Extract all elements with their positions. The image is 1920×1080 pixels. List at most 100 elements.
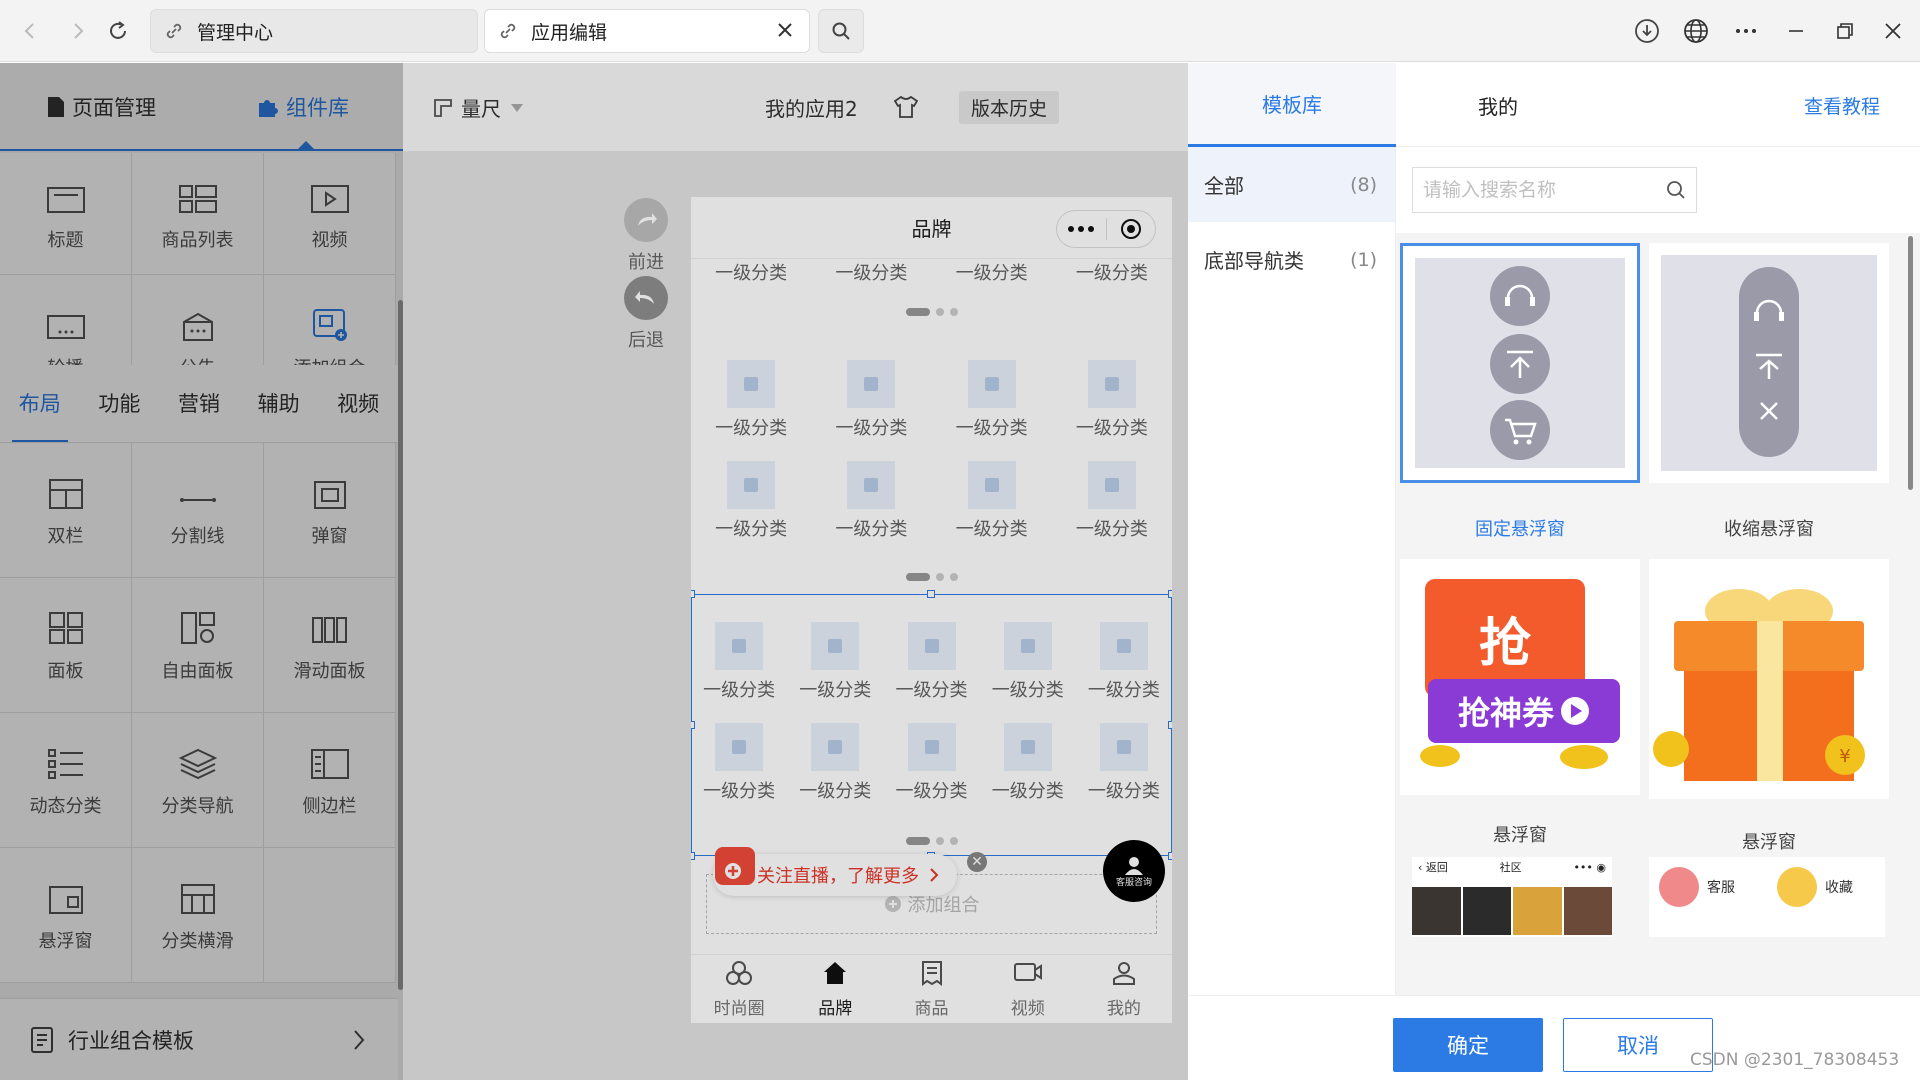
- component-dynamic-category[interactable]: 动态分类: [0, 713, 132, 848]
- template-card-fixed-float[interactable]: [1400, 243, 1640, 483]
- industry-template-entry[interactable]: 行业组合模板: [0, 998, 398, 1080]
- back-nav-icon[interactable]: [14, 15, 46, 47]
- forward-nav-icon[interactable]: [62, 15, 94, 47]
- component-label: 分类导航: [161, 796, 234, 817]
- download-icon[interactable]: [1630, 14, 1664, 48]
- more-dots-icon[interactable]: [1057, 225, 1106, 233]
- tab-template-library[interactable]: 模板库: [1188, 63, 1396, 147]
- category-item[interactable]: 一级分类: [1076, 723, 1172, 803]
- nav-item-goods[interactable]: 商品: [883, 955, 979, 1023]
- category-item[interactable]: 一级分类: [932, 360, 1052, 440]
- component-popup[interactable]: 弹窗: [264, 443, 396, 578]
- confirm-button[interactable]: 确定: [1393, 1018, 1543, 1072]
- popup-icon: [313, 472, 347, 510]
- component-category-nav[interactable]: 分类导航: [132, 713, 264, 848]
- component-video[interactable]: 视频: [264, 153, 396, 275]
- pagination-dots: [691, 837, 1172, 845]
- category-item[interactable]: 一级分类: [932, 259, 1052, 285]
- category-item[interactable]: 一级分类: [691, 622, 787, 702]
- version-history-button[interactable]: 版本历史: [959, 91, 1060, 124]
- restore-icon[interactable]: [1828, 14, 1862, 48]
- image-placeholder-icon: [967, 461, 1016, 509]
- more-menu-icon[interactable]: [1729, 14, 1763, 48]
- category-tab-layout[interactable]: 布局: [0, 365, 80, 442]
- template-card-collapsible-float[interactable]: [1649, 243, 1889, 483]
- category-tab-video[interactable]: 视频: [318, 365, 398, 442]
- service-label: 客服咨询: [1115, 877, 1152, 888]
- component-double-column[interactable]: 双栏: [0, 443, 132, 578]
- category-item[interactable]: 一级分类: [811, 259, 931, 285]
- category-item[interactable]: 一级分类: [691, 461, 811, 541]
- close-banner-icon[interactable]: ✕: [967, 852, 987, 872]
- video-icon: [310, 176, 350, 214]
- title-icon: [46, 176, 86, 214]
- undo-button[interactable]: 后退: [621, 276, 671, 352]
- template-gallery-scrollbar[interactable]: [1908, 236, 1913, 490]
- nav-item-fashion[interactable]: 时尚圈: [691, 955, 787, 1023]
- coupon-banner-text: 抢神券: [1457, 694, 1554, 732]
- component-category-swipe[interactable]: 分类横滑: [132, 848, 264, 983]
- divider-icon: [178, 472, 218, 510]
- category-item[interactable]: 一级分类: [980, 622, 1076, 702]
- category-all[interactable]: 全部 (8): [1188, 147, 1395, 222]
- category-item[interactable]: 一级分类: [980, 723, 1076, 803]
- community-title: 社区: [1499, 861, 1522, 874]
- component-title[interactable]: 标题: [0, 153, 132, 275]
- browser-tab-app-edit[interactable]: 应用编辑: [484, 9, 810, 53]
- template-card-coupon-float[interactable]: 抢 抢神券: [1400, 559, 1640, 795]
- nav-item-brand[interactable]: 品牌: [787, 955, 883, 1023]
- tab-page-management[interactable]: 页面管理: [46, 63, 156, 151]
- refresh-icon[interactable]: [102, 15, 134, 47]
- close-tab-icon[interactable]: [775, 20, 795, 40]
- minimize-icon[interactable]: [1779, 14, 1813, 48]
- template-card-service-favorite[interactable]: 客服 收藏: [1649, 857, 1885, 937]
- category-tab-function[interactable]: 功能: [80, 365, 160, 442]
- globe-icon[interactable]: [1679, 14, 1713, 48]
- category-bottom-nav[interactable]: 底部导航类 (1): [1188, 222, 1395, 297]
- category-item[interactable]: 一级分类: [1052, 360, 1172, 440]
- tab-title: 管理中心: [197, 21, 274, 44]
- template-card-gift-float[interactable]: ¥: [1649, 559, 1889, 799]
- close-window-icon[interactable]: [1876, 14, 1910, 48]
- component-panel[interactable]: 面板: [0, 578, 132, 713]
- category-item[interactable]: 一级分类: [1052, 259, 1172, 285]
- component-free-panel[interactable]: 自由面板: [132, 578, 264, 713]
- phone-bottom-nav: 时尚圈 品牌 商品 视频 我的: [691, 954, 1172, 1023]
- component-divider[interactable]: 分割线: [132, 443, 264, 578]
- component-product-list[interactable]: 商品列表: [132, 153, 264, 275]
- category-item[interactable]: 一级分类: [691, 360, 811, 440]
- browser-tab-admin[interactable]: 管理中心: [150, 9, 478, 53]
- customer-service-button[interactable]: 客服咨询: [1103, 840, 1165, 902]
- forward-button[interactable]: 前进: [621, 198, 671, 274]
- template-card-community[interactable]: ‹ 返回 社区 ••• ◉: [1412, 857, 1612, 937]
- category-item[interactable]: 一级分类: [811, 461, 931, 541]
- category-item[interactable]: 一级分类: [811, 360, 931, 440]
- category-item[interactable]: 一级分类: [691, 723, 787, 803]
- component-sidebar[interactable]: 侧边栏: [264, 713, 396, 848]
- ruler-dropdown[interactable]: 量尺: [433, 93, 523, 122]
- category-item[interactable]: 一级分类: [691, 259, 811, 285]
- tab-component-library[interactable]: 组件库: [256, 63, 349, 151]
- phone-header: 品牌: [691, 197, 1172, 259]
- component-float-window[interactable]: 悬浮窗: [0, 848, 132, 983]
- template-search-input[interactable]: [1423, 179, 1666, 201]
- view-tutorial-link[interactable]: 查看教程: [1804, 63, 1880, 147]
- nav-item-video[interactable]: 视频: [980, 955, 1076, 1023]
- category-item[interactable]: 一级分类: [1076, 622, 1172, 702]
- category-item[interactable]: 一级分类: [883, 723, 979, 803]
- category-item[interactable]: 一级分类: [932, 461, 1052, 541]
- search-icon[interactable]: [1666, 180, 1686, 200]
- tab-search-icon[interactable]: [818, 9, 864, 53]
- category-item[interactable]: 一级分类: [787, 622, 883, 702]
- tab-label: 组件库: [286, 96, 349, 120]
- tab-my-templates[interactable]: 我的: [1478, 63, 1518, 147]
- category-item[interactable]: 一级分类: [883, 622, 979, 702]
- category-tab-marketing[interactable]: 营销: [159, 365, 239, 442]
- category-item[interactable]: 一级分类: [1052, 461, 1172, 541]
- nav-item-mine[interactable]: 我的: [1076, 955, 1172, 1023]
- theme-shirt-icon[interactable]: [893, 95, 919, 119]
- category-tab-auxiliary[interactable]: 辅助: [239, 365, 319, 442]
- category-item[interactable]: 一级分类: [787, 723, 883, 803]
- component-sliding-panel[interactable]: 滑动面板: [264, 578, 396, 713]
- record-icon[interactable]: [1107, 218, 1156, 240]
